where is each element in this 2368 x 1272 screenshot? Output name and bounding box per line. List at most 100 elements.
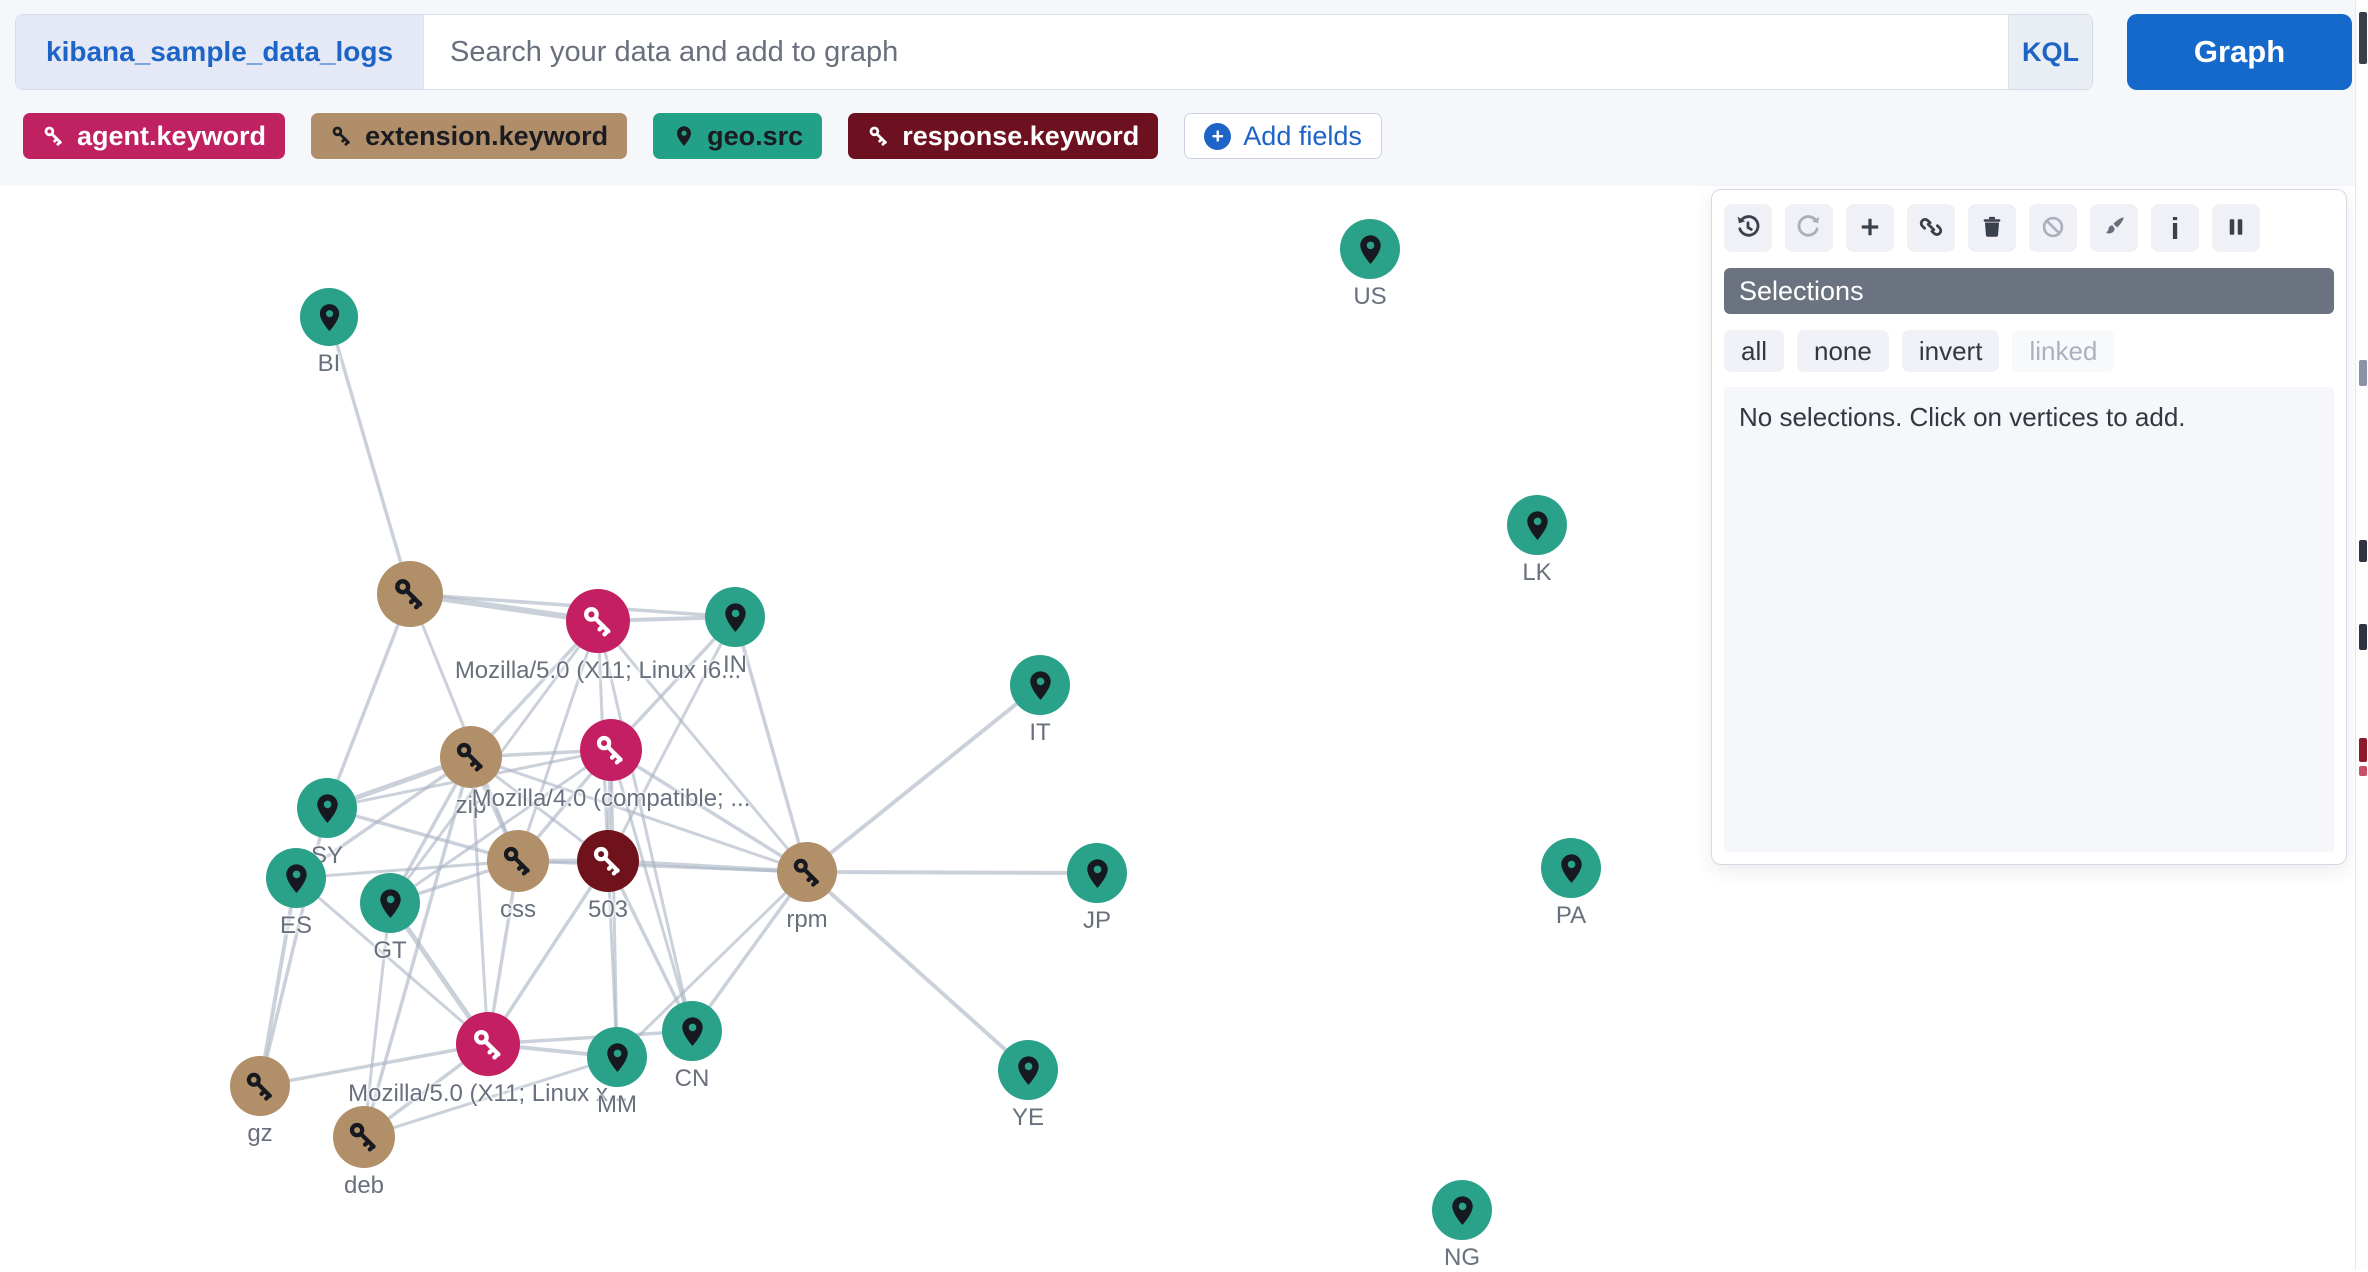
- key-icon: [243, 1069, 278, 1104]
- key-icon: [867, 124, 891, 148]
- delete-icon: [1979, 214, 2005, 243]
- link-icon: [1917, 213, 1945, 244]
- toolbar-button-brush[interactable]: [2090, 204, 2138, 252]
- map-pin-icon: [718, 600, 753, 635]
- graph-node-CN[interactable]: [662, 1001, 722, 1061]
- map-pin-icon: [313, 301, 346, 334]
- graph-control-panel: i Selections all none invert linked No sele…: [1711, 189, 2347, 865]
- graph-button[interactable]: Graph: [2127, 14, 2352, 90]
- pause-icon: [2223, 214, 2249, 243]
- field-badge-geo-src[interactable]: geo.src: [653, 113, 823, 159]
- key-icon: [500, 843, 536, 879]
- map-pin-icon: [1554, 851, 1589, 886]
- toolbar-button-link[interactable]: [1907, 204, 1955, 252]
- kql-button[interactable]: KQL: [2008, 15, 2092, 89]
- graph-node-US[interactable]: [1340, 219, 1400, 279]
- key-icon: [453, 739, 489, 775]
- map-pin-icon: [1080, 856, 1115, 891]
- edge-strip-mark: [2359, 738, 2367, 762]
- redo-icon: [1795, 213, 1823, 244]
- search-input[interactable]: [424, 15, 2008, 89]
- map-pin-icon: [279, 861, 314, 896]
- block-icon: [2040, 214, 2066, 243]
- toolbar-button-block: [2029, 204, 2077, 252]
- undo-icon: [1734, 213, 1762, 244]
- edge-strip-mark: [2359, 360, 2367, 386]
- graph-node-ES[interactable]: [266, 848, 326, 908]
- field-badge-extension-keyword[interactable]: extension.keyword: [311, 113, 628, 159]
- edge-strip-mark: [2359, 12, 2367, 64]
- selection-button-all[interactable]: all: [1724, 330, 1785, 372]
- selections-title: Selections: [1739, 275, 1864, 306]
- selections-header: Selections: [1724, 268, 2334, 314]
- edge-strip-mark: [2359, 766, 2367, 776]
- graph-node-NG[interactable]: [1432, 1180, 1492, 1240]
- key-icon: [391, 575, 429, 613]
- selection-buttons: all none invert linked: [1724, 330, 2334, 372]
- add-fields-label: Add fields: [1243, 120, 1362, 151]
- toolbar-button-pause[interactable]: [2212, 204, 2260, 252]
- selection-button-linked: linked: [2012, 330, 2115, 372]
- graph-node-PA[interactable]: [1541, 838, 1601, 898]
- field-badges: agent.keyword extension.keyword geo.src res…: [23, 113, 1159, 159]
- map-pin-icon: [600, 1040, 635, 1075]
- graph-node-MM[interactable]: [587, 1027, 647, 1087]
- graph-node-BI[interactable]: [300, 288, 358, 346]
- key-icon: [346, 1119, 382, 1155]
- map-pin-icon: [675, 1014, 710, 1049]
- graph-node-moz_i686[interactable]: [566, 589, 630, 653]
- add-fields-button[interactable]: + Add fields: [1184, 113, 1382, 159]
- map-pin-icon: [373, 886, 408, 921]
- graph-node-IN[interactable]: [705, 587, 765, 647]
- graph-node-GT[interactable]: [360, 873, 420, 933]
- fields-row: agent.keyword extension.keyword geo.src res…: [23, 113, 1382, 159]
- map-pin-icon: [1353, 232, 1388, 267]
- graph-node-ext_a[interactable]: [377, 561, 443, 627]
- selection-button-invert[interactable]: invert: [1901, 330, 2000, 372]
- toolbar-button-add[interactable]: [1846, 204, 1894, 252]
- graph-node-LK[interactable]: [1507, 495, 1567, 555]
- graph-node-moz_40[interactable]: [580, 719, 642, 781]
- graph-node-css[interactable]: [487, 830, 549, 892]
- graph-node-moz_x86[interactable]: [456, 1012, 520, 1076]
- graph-node-JP[interactable]: [1067, 843, 1127, 903]
- map-pin-icon: [1445, 1193, 1480, 1228]
- graph-node-deb[interactable]: [333, 1106, 395, 1168]
- graph-node-SY[interactable]: [297, 778, 357, 838]
- key-icon: [590, 843, 626, 879]
- key-icon: [593, 732, 629, 768]
- graph-node-rpm[interactable]: [777, 842, 837, 902]
- map-pin-icon: [1023, 668, 1058, 703]
- pin-icon: [672, 124, 696, 148]
- edge-strip-mark: [2359, 624, 2367, 650]
- index-pattern-label: kibana_sample_data_logs: [46, 36, 394, 67]
- selections-empty-message: No selections. Click on vertices to add.: [1724, 387, 2334, 852]
- key-icon: [470, 1026, 507, 1063]
- toolbar-button-delete[interactable]: [1968, 204, 2016, 252]
- key-icon: [42, 124, 66, 148]
- search-bar: kibana_sample_data_logs KQL: [15, 14, 2093, 90]
- toolbar-button-info[interactable]: i: [2151, 204, 2199, 252]
- add-icon: [1857, 214, 1883, 243]
- graph-node-n503[interactable]: [577, 830, 639, 892]
- plus-circle-icon: +: [1204, 122, 1232, 150]
- graph-node-IT[interactable]: [1010, 655, 1070, 715]
- field-badge-agent-keyword[interactable]: agent.keyword: [23, 113, 286, 159]
- graph-node-zip[interactable]: [440, 726, 502, 788]
- key-icon: [580, 603, 617, 640]
- index-pattern-badge[interactable]: kibana_sample_data_logs: [16, 15, 425, 89]
- key-icon: [330, 124, 354, 148]
- map-pin-icon: [1011, 1053, 1046, 1088]
- brush-icon: [2101, 213, 2128, 243]
- toolbar-button-undo[interactable]: [1724, 204, 1772, 252]
- field-badge-response-keyword[interactable]: response.keyword: [848, 113, 1159, 159]
- selection-button-none[interactable]: none: [1797, 330, 1889, 372]
- graph-node-gz[interactable]: [230, 1056, 290, 1116]
- graph-node-YE[interactable]: [998, 1040, 1058, 1100]
- graph-toolbar: i: [1724, 204, 2334, 252]
- key-icon: [790, 855, 825, 890]
- map-pin-icon: [310, 791, 345, 826]
- map-pin-icon: [1520, 508, 1555, 543]
- toolbar-button-redo: [1785, 204, 1833, 252]
- info-icon: i: [2170, 210, 2180, 246]
